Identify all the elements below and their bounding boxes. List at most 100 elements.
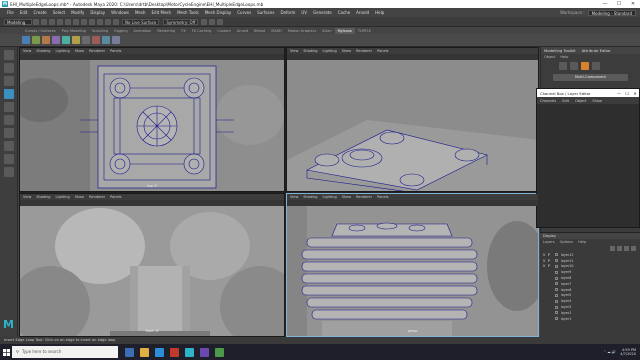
layer-color-swatch[interactable] — [555, 311, 558, 315]
shelf-tool-icon[interactable] — [32, 36, 40, 44]
tray-icons[interactable]: ⌃ ☁ 🔊 — [603, 350, 616, 354]
menu-cache[interactable]: Cache — [335, 10, 353, 15]
select-object-icon[interactable] — [81, 18, 87, 25]
layer-color-swatch[interactable] — [555, 317, 558, 321]
cb-close-button[interactable]: ✕ — [631, 91, 639, 96]
layer-color-swatch[interactable] — [555, 305, 558, 309]
render-icon[interactable] — [201, 18, 208, 25]
cb-menu-channels[interactable]: Channels — [540, 99, 556, 103]
menu-deform[interactable]: Deform — [277, 10, 298, 15]
vp-menu-shading[interactable]: Shading — [36, 49, 50, 53]
select-tool-icon[interactable] — [3, 50, 14, 60]
cb-minimize-button[interactable]: — — [615, 91, 623, 96]
tab-attribute-editor[interactable]: Attribute Editor — [582, 48, 611, 53]
new-layer-selected-icon[interactable] — [631, 246, 636, 251]
vp-menu-view[interactable]: View — [290, 195, 298, 199]
cb-maximize-button[interactable]: ☐ — [623, 91, 631, 96]
layer-color-swatch[interactable] — [555, 253, 558, 257]
redo-icon[interactable] — [65, 18, 71, 25]
symmetry-field[interactable]: Symmetry: Off — [163, 18, 199, 25]
shelf-tool-icon[interactable] — [82, 36, 90, 44]
vp-menu-view[interactable]: View — [23, 195, 31, 199]
vp-menu-view[interactable]: View — [290, 49, 298, 53]
vp-menu-renderer[interactable]: Renderer — [356, 49, 372, 53]
scale-tool-icon[interactable] — [3, 115, 14, 125]
vp-menu-lighting[interactable]: Lighting — [56, 49, 70, 53]
menu-arnold[interactable]: Arnold — [353, 10, 372, 15]
face-mode-icon[interactable] — [592, 62, 600, 70]
paint-select-icon[interactable] — [3, 76, 14, 86]
maya-taskbar-icon[interactable] — [185, 347, 194, 357]
layer-color-swatch[interactable] — [555, 288, 558, 292]
menu-file[interactable]: File — [4, 10, 17, 15]
vertex-mode-icon[interactable] — [570, 62, 578, 70]
layer-menu-help[interactable]: Help — [578, 240, 586, 244]
layer-playback-toggle[interactable]: P — [548, 264, 553, 268]
snap-grid-icon[interactable] — [97, 18, 103, 25]
vp-menu-panels[interactable]: Panels — [377, 195, 388, 199]
shelf-tool-icon[interactable] — [52, 36, 60, 44]
shelf-tool-icon[interactable] — [72, 36, 80, 44]
layer-color-swatch[interactable] — [555, 293, 558, 297]
file-explorer-icon[interactable] — [140, 347, 149, 357]
menu-mesh[interactable]: Mesh — [132, 10, 149, 15]
layer-color-swatch[interactable] — [555, 276, 558, 280]
menu-generate[interactable]: Generate — [310, 10, 335, 15]
vp-menu-view[interactable]: View — [23, 49, 31, 53]
vp-menu-show[interactable]: Show — [342, 49, 351, 53]
app-icon[interactable] — [200, 347, 209, 357]
workspace-select[interactable]: Modeling - Standard — [587, 9, 636, 16]
layer-color-swatch[interactable] — [555, 264, 558, 268]
viewport-persp[interactable]: View Shading Lighting Show Renderer Pane… — [286, 193, 539, 337]
menu-curves[interactable]: Curves — [234, 10, 254, 15]
app-icon[interactable] — [170, 347, 179, 357]
layout-four-icon[interactable] — [3, 141, 14, 151]
shelf-tool-icon[interactable] — [112, 36, 120, 44]
menu-mesh-tools[interactable]: Mesh Tools — [174, 10, 202, 15]
app-icon[interactable] — [215, 347, 224, 357]
snap-curve-icon[interactable] — [105, 18, 111, 25]
menu-create[interactable]: Create — [30, 10, 49, 15]
maximize-button[interactable]: ☐ — [612, 1, 626, 7]
select-component-icon[interactable] — [89, 18, 95, 25]
vp-menu-show[interactable]: Show — [75, 49, 84, 53]
menu-mesh-display[interactable]: Mesh Display — [202, 10, 235, 15]
windows-start-button[interactable] — [0, 344, 12, 360]
snap-point-icon[interactable] — [113, 18, 119, 25]
vp-menu-shading[interactable]: Shading — [303, 49, 317, 53]
toolkit-menu-help[interactable]: Help — [560, 55, 568, 59]
vp-menu-panels[interactable]: Panels — [377, 49, 388, 53]
layer-color-swatch[interactable] — [555, 299, 558, 303]
ipr-render-icon[interactable] — [209, 18, 216, 25]
layer-menu-options[interactable]: Options — [560, 240, 574, 244]
menu-windows[interactable]: Windows — [108, 10, 132, 15]
menu-uv[interactable]: UV — [298, 10, 310, 15]
open-scene-icon[interactable] — [41, 18, 47, 25]
menu-display[interactable]: Display — [87, 10, 108, 15]
multi-component-button[interactable]: Multi-Component — [553, 74, 628, 81]
select-hierarchy-icon[interactable] — [73, 18, 79, 25]
layout-single-icon[interactable] — [3, 128, 14, 138]
move-layer-down-icon[interactable] — [617, 246, 622, 251]
shelf-tool-icon[interactable] — [62, 36, 70, 44]
move-tool-icon[interactable] — [3, 89, 14, 99]
shelf-tool-icon[interactable] — [102, 36, 110, 44]
shelf-tool-icon[interactable] — [42, 36, 50, 44]
tab-modelling-toolkit[interactable]: Modelling Toolkit — [544, 48, 576, 53]
vp-menu-renderer[interactable]: Renderer — [356, 195, 372, 199]
vp-menu-show[interactable]: Show — [342, 195, 351, 199]
cb-menu-show[interactable]: Show — [592, 99, 601, 103]
layer-playback-toggle[interactable]: P — [548, 253, 553, 257]
vp-menu-lighting[interactable]: Lighting — [323, 49, 337, 53]
layer-menu-layers[interactable]: Layers — [543, 240, 555, 244]
viewport-front[interactable]: View Shading Lighting Show Renderer Pane… — [19, 193, 285, 337]
toolkit-menu-object[interactable]: Object — [544, 55, 555, 59]
object-mode-icon[interactable] — [559, 62, 567, 70]
undo-icon[interactable] — [57, 18, 63, 25]
rotate-tool-icon[interactable] — [3, 102, 14, 112]
edge-mode-icon[interactable] — [581, 62, 589, 70]
menu-edit-mesh[interactable]: Edit Mesh — [149, 10, 175, 15]
new-scene-icon[interactable] — [33, 18, 39, 25]
new-layer-icon[interactable] — [624, 246, 629, 251]
layer-color-swatch[interactable] — [555, 282, 558, 286]
